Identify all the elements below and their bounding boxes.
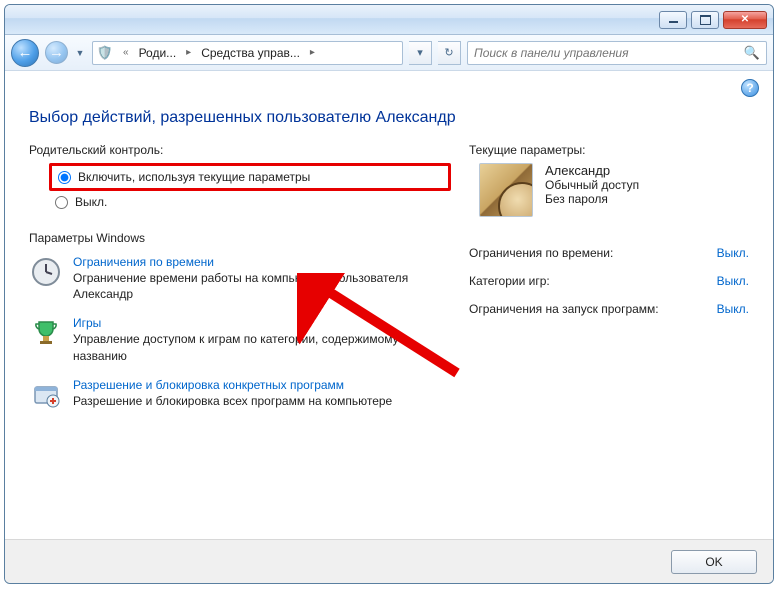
setting-apps-label: Ограничения на запуск программ: [469, 302, 659, 316]
nav-history-dropdown[interactable]: ▼ [74, 39, 86, 67]
address-dropdown-button[interactable]: ▾ [409, 41, 432, 65]
clock-icon [29, 255, 63, 289]
parental-on-input[interactable] [58, 171, 71, 184]
right-column: Текущие параметры: Александр Обычный дос… [469, 143, 749, 426]
chevron-right-icon: ▸ [306, 47, 319, 58]
search-input[interactable] [474, 46, 744, 60]
setting-apps-value[interactable]: Выкл. [717, 302, 749, 316]
help-icon[interactable]: ? [741, 79, 759, 97]
close-button[interactable]: ✕ [723, 11, 767, 29]
user-role: Обычный доступ [545, 178, 639, 192]
user-card: Александр Обычный доступ Без пароля [479, 163, 749, 217]
programs-icon [29, 378, 63, 412]
parental-off-label: Выкл. [75, 195, 107, 209]
navbar: ← → ▼ 🛡️ « Роди... ▸ Средства управ... ▸… [5, 35, 773, 71]
content-area: ? Выбор действий, разрешенных пользовате… [5, 71, 773, 539]
current-params-head: Текущие параметры: [469, 143, 749, 157]
address-bar[interactable]: 🛡️ « Роди... ▸ Средства управ... ▸ [92, 41, 403, 65]
breadcrumb-level2[interactable]: Средства управ... [201, 46, 300, 60]
option-games-desc: Управление доступом к играм по категории… [73, 331, 451, 363]
minimize-button[interactable] [659, 11, 687, 29]
window: ✕ ← → ▼ 🛡️ « Роди... ▸ Средства управ...… [4, 4, 774, 584]
option-time-desc: Ограничение времени работы на компьютере… [73, 270, 451, 302]
titlebar: ✕ [5, 5, 773, 35]
breadcrumb-level1[interactable]: Роди... [139, 46, 177, 60]
trophy-icon [29, 316, 63, 350]
maximize-button[interactable] [691, 11, 719, 29]
avatar [479, 163, 533, 217]
setting-time-value[interactable]: Выкл. [717, 246, 749, 260]
option-time-link[interactable]: Ограничения по времени [73, 255, 214, 269]
breadcrumb-chevron: « [119, 47, 133, 58]
parental-off-input[interactable] [55, 196, 68, 209]
parental-on-label: Включить, используя текущие параметры [78, 170, 310, 184]
parental-off-radio[interactable]: Выкл. [49, 191, 451, 213]
parental-on-radio[interactable]: Включить, используя текущие параметры [49, 163, 451, 191]
setting-games-row: Категории игр: Выкл. [469, 267, 749, 295]
search-icon: 🔍 [744, 45, 760, 61]
left-column: Родительский контроль: Включить, использ… [29, 143, 451, 426]
option-apps-desc: Разрешение и блокировка всех программ на… [73, 393, 392, 409]
control-panel-icon: 🛡️ [97, 45, 113, 61]
parental-control-head: Родительский контроль: [29, 143, 451, 157]
setting-time-row: Ограничения по времени: Выкл. [469, 239, 749, 267]
option-apps: Разрешение и блокировка конкретных прогр… [29, 378, 451, 412]
option-games: Игры Управление доступом к играм по кате… [29, 316, 451, 363]
chevron-right-icon: ▸ [182, 47, 195, 58]
page-title: Выбор действий, разрешенных пользователю… [29, 109, 749, 127]
search-box[interactable]: 🔍 [467, 41, 767, 65]
refresh-button[interactable]: ↻ [438, 41, 461, 65]
option-apps-link[interactable]: Разрешение и блокировка конкретных прогр… [73, 378, 344, 392]
windows-params-head: Параметры Windows [29, 231, 451, 245]
user-password-status: Без пароля [545, 192, 639, 206]
option-games-link[interactable]: Игры [73, 316, 101, 330]
setting-games-value[interactable]: Выкл. [717, 274, 749, 288]
user-name: Александр [545, 163, 639, 178]
ok-button[interactable]: OK [671, 550, 757, 574]
footer: OK [5, 539, 773, 583]
setting-time-label: Ограничения по времени: [469, 246, 613, 260]
setting-games-label: Категории игр: [469, 274, 550, 288]
setting-apps-row: Ограничения на запуск программ: Выкл. [469, 295, 749, 323]
nav-forward-button[interactable]: → [45, 41, 68, 64]
nav-back-button[interactable]: ← [11, 39, 39, 67]
option-time: Ограничения по времени Ограничение време… [29, 255, 451, 302]
